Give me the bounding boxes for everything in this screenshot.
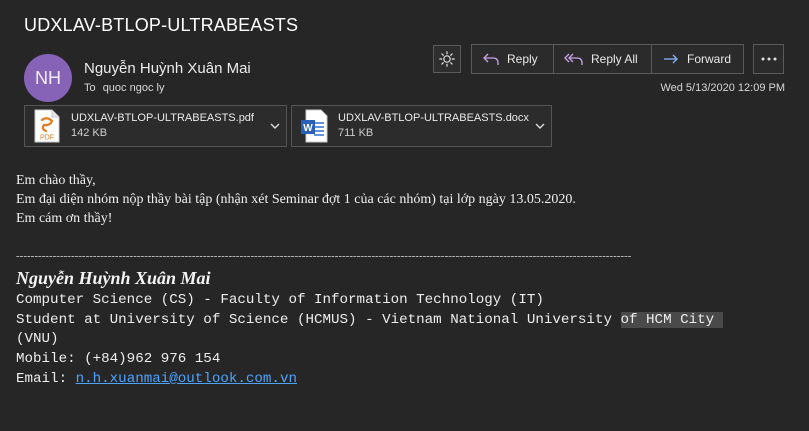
sun-icon — [439, 51, 455, 67]
pdf-file-icon: PDF — [33, 109, 61, 143]
attachment-name: UDXLAV-BTLOP-ULTRABEASTS.docx — [338, 112, 529, 124]
recipient-name[interactable]: quoc ngoc ly — [103, 82, 165, 94]
message-date: Wed 5/13/2020 12:09 PM — [660, 82, 785, 94]
message-body: Em chào thầy, Em đại diện nhóm nộp thầy … — [16, 171, 576, 228]
sender-avatar[interactable]: NH — [24, 54, 72, 102]
more-actions-button[interactable] — [753, 44, 784, 74]
chevron-down-icon — [535, 123, 545, 129]
body-line: Em chào thầy, — [16, 173, 96, 188]
selected-text: of HCM City — [620, 311, 723, 328]
theme-toggle-button[interactable] — [433, 45, 461, 73]
reply-all-button[interactable]: Reply All — [553, 45, 651, 73]
word-file-icon: W — [300, 109, 328, 143]
message-actions: Reply Reply All Forward — [471, 44, 744, 74]
forward-arrow-icon — [664, 54, 678, 64]
signature-mobile: Mobile: (+84)962 976 154 — [16, 351, 221, 368]
forward-label: Forward — [687, 52, 732, 66]
email-label: Email: — [16, 370, 76, 387]
to-label: To — [84, 82, 96, 94]
reply-all-label: Reply All — [591, 52, 638, 66]
attachment-menu-button[interactable] — [529, 123, 551, 129]
ellipsis-icon — [761, 57, 776, 61]
sender-name[interactable]: Nguyễn Huỳnh Xuân Mai — [84, 60, 251, 77]
signature-line: Student at University of Science (HCMUS)… — [16, 311, 621, 328]
attachment-name: UDXLAV-BTLOP-ULTRABEASTS.pdf — [71, 112, 254, 124]
signature-block: Computer Science (CS) - Faculty of Infor… — [16, 291, 723, 390]
signature-name: Nguyễn Huỳnh Xuân Mai — [16, 268, 211, 288]
reply-label: Reply — [507, 52, 538, 66]
signature-line: (VNU) — [16, 331, 59, 348]
reply-button[interactable]: Reply — [472, 45, 553, 73]
svg-text:W: W — [303, 123, 313, 134]
reply-all-icon — [564, 53, 583, 65]
attachment-size: 142 KB — [71, 127, 108, 139]
attachment-menu-button[interactable] — [264, 123, 286, 129]
attachment-size: 711 KB — [338, 127, 374, 139]
message-subject: UDXLAV-BTLOP-ULTRABEASTS — [24, 15, 299, 35]
recipient-line: To quoc ngoc ly — [84, 82, 164, 94]
body-line: Em đại diện nhóm nộp thầy bài tập (nhận … — [16, 192, 576, 207]
svg-text:PDF: PDF — [40, 135, 54, 142]
signature-divider: ----------------------------------------… — [16, 250, 632, 262]
forward-button[interactable]: Forward — [651, 45, 743, 73]
email-link[interactable]: n.h.xuanmai@outlook.com.vn — [76, 371, 297, 387]
avatar-initials: NH — [35, 67, 61, 88]
chevron-down-icon — [270, 123, 280, 129]
body-line: Em cám ơn thầy! — [16, 211, 113, 226]
attachment-pdf[interactable]: PDF UDXLAV-BTLOP-ULTRABEASTS.pdf 142 KB — [24, 105, 287, 147]
reply-icon — [483, 53, 499, 65]
attachment-docx[interactable]: W UDXLAV-BTLOP-ULTRABEASTS.docx 711 KB — [291, 105, 552, 147]
signature-line: Computer Science (CS) - Faculty of Infor… — [16, 292, 544, 308]
